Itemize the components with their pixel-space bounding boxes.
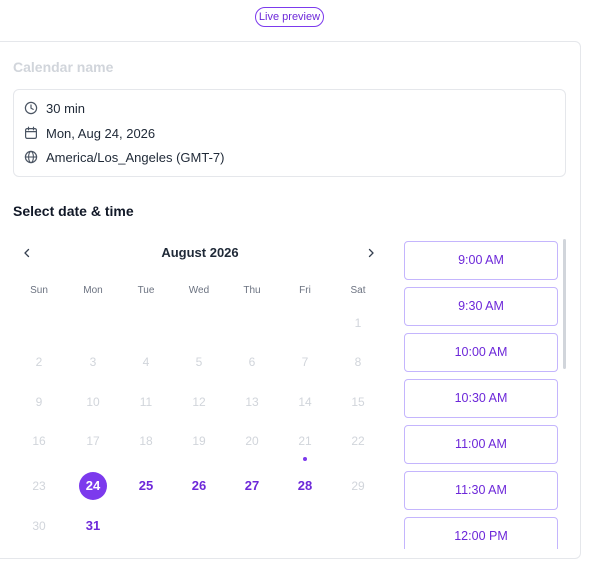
calendar-day: 17 (86, 434, 100, 448)
calendar-day: 4 (142, 355, 150, 369)
time-slot-button[interactable]: 11:30 AM (404, 471, 558, 510)
calendar-day[interactable]: 31 (78, 512, 108, 540)
calendar-day: 7 (301, 355, 309, 369)
next-month-button[interactable] (361, 243, 381, 263)
time-slot-button[interactable]: 10:00 AM (404, 333, 558, 372)
globe-icon (24, 150, 38, 164)
weekday-mon: Mon (83, 285, 103, 296)
calendar-day: 2 (35, 355, 43, 369)
weekday-tue: Tue (137, 285, 155, 296)
calendar-day: 8 (354, 355, 362, 369)
calendar-day: 1 (354, 316, 362, 330)
date-row: Mon, Aug 24, 2026 (24, 124, 155, 142)
month-label: August 2026 (161, 245, 239, 260)
calendar-day: 21 (298, 434, 312, 448)
calendar-icon (24, 126, 38, 140)
calendar-day-selected[interactable]: 24 (79, 472, 107, 500)
duration-row: 30 min (24, 99, 85, 117)
calendar-day: 19 (192, 434, 206, 448)
calendar-day: 3 (89, 355, 97, 369)
booking-card: Calendar name 30 min Mon, Aug 24, 2026 A… (0, 41, 581, 559)
calendar-day: 13 (245, 395, 259, 409)
calendar-day: 9 (35, 395, 43, 409)
time-slot-list: 9:00 AM 9:30 AM 10:00 AM 10:30 AM 11:00 AM 11… (403, 239, 563, 549)
calendar-day: 6 (248, 355, 256, 369)
calendar-day[interactable]: 27 (237, 472, 267, 500)
calendar-day: 16 (32, 434, 46, 448)
calendar-day: 15 (351, 395, 365, 409)
clock-icon (24, 101, 38, 115)
timezone-row: America/Los_Angeles (GMT-7) (24, 148, 224, 166)
time-slot-button[interactable]: 9:30 AM (404, 287, 558, 326)
section-title: Select date & time (13, 203, 134, 219)
calendar-day: 18 (139, 434, 153, 448)
weekday-thu: Thu (243, 285, 261, 296)
calendar-day: 23 (32, 479, 46, 493)
event-details-box: 30 min Mon, Aug 24, 2026 America/Los_Ang… (13, 89, 566, 177)
day-marker-dot (303, 457, 307, 461)
calendar-day[interactable]: 25 (131, 472, 161, 500)
calendar-day: 14 (298, 395, 312, 409)
calendar-day: 30 (32, 519, 46, 533)
date-text: Mon, Aug 24, 2026 (46, 125, 156, 141)
weekday-sun: Sun (30, 285, 48, 296)
calendar-day: 12 (192, 395, 206, 409)
calendar-day: 20 (245, 434, 259, 448)
live-preview-badge: Live preview (255, 7, 324, 27)
weekday-fri: Fri (299, 285, 311, 296)
calendar-day: 22 (351, 434, 365, 448)
timezone-text: America/Los_Angeles (GMT-7) (46, 149, 225, 165)
duration-text: 30 min (46, 100, 86, 116)
time-slot-button[interactable]: 10:30 AM (404, 379, 558, 418)
weekday-wed: Wed (188, 285, 210, 296)
month-calendar: August 2026 Sun Mon Tue Wed Thu Fri Sat 123456… (13, 238, 383, 558)
calendar-day: 10 (86, 395, 100, 409)
calendar-header: August 2026 (13, 238, 383, 270)
calendar-day: 11 (139, 395, 153, 409)
calendar-name-placeholder: Calendar name (13, 59, 114, 75)
calendar-day[interactable]: 26 (184, 472, 214, 500)
time-slot-button[interactable]: 12:00 PM (404, 517, 558, 549)
weekday-sat: Sat (350, 285, 366, 296)
chevron-right-icon (368, 248, 374, 258)
time-slot-button[interactable]: 9:00 AM (404, 241, 558, 280)
time-slot-button[interactable]: 11:00 AM (404, 425, 558, 464)
calendar-day: 29 (351, 479, 365, 493)
time-slot-scrollbar[interactable] (563, 239, 566, 369)
calendar-day[interactable]: 28 (290, 472, 320, 500)
calendar-day: 5 (195, 355, 203, 369)
